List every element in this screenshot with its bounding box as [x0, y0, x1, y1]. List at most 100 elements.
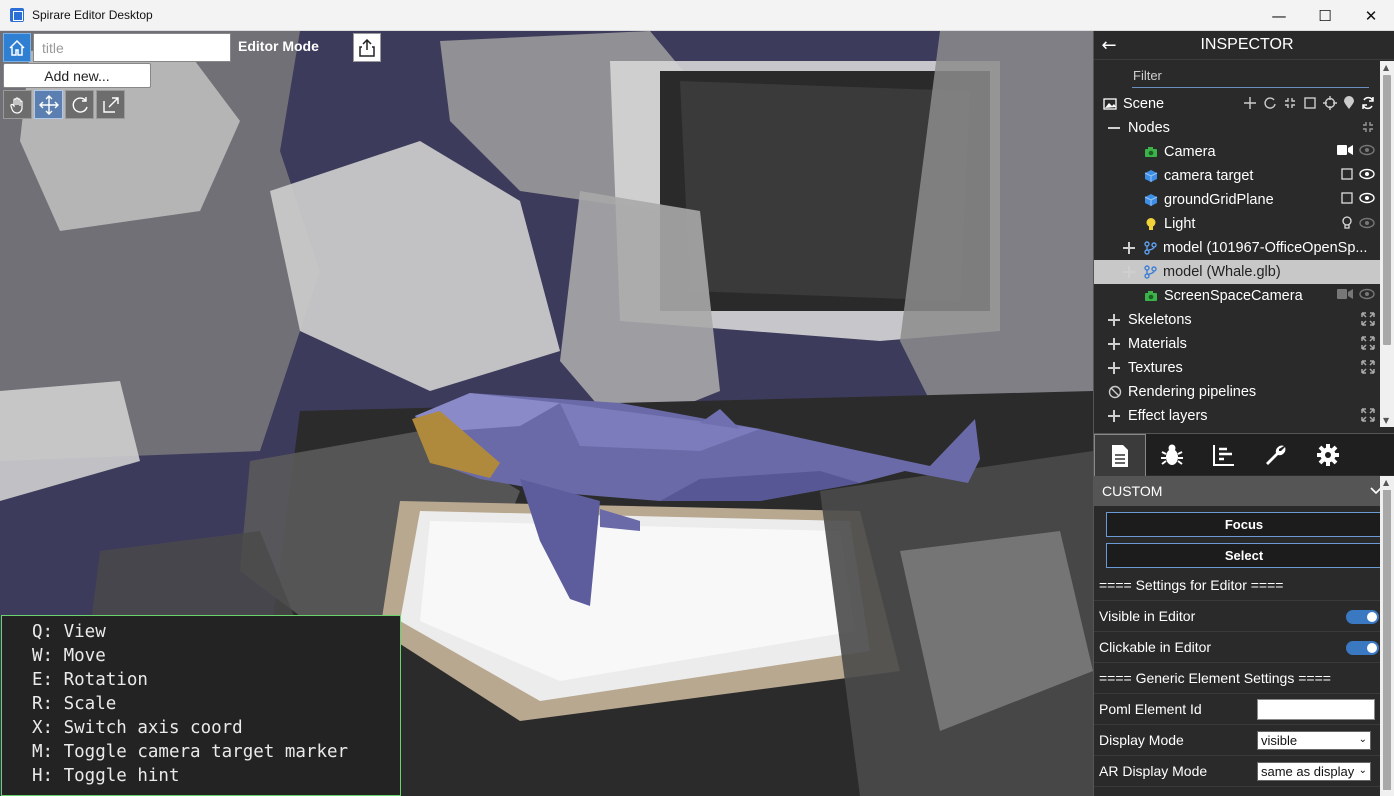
window-title: Spirare Editor Desktop [32, 8, 153, 22]
tree-row-materials[interactable]: Materials [1094, 332, 1381, 356]
section-label: ==== Generic Element Settings ==== [1099, 670, 1331, 686]
view-tool-button[interactable] [3, 90, 32, 119]
tree-row-light[interactable]: Light [1094, 212, 1381, 236]
ban-icon [1108, 385, 1122, 399]
filter-input[interactable]: Filter [1132, 68, 1369, 88]
tab-tools[interactable] [1250, 434, 1302, 476]
visible-in-editor-row: Visible in Editor [1094, 601, 1394, 632]
properties-scrollbar[interactable]: ▲ [1380, 476, 1394, 796]
close-button[interactable]: ✕ [1348, 0, 1394, 31]
rotate-icon[interactable] [1263, 96, 1277, 110]
hint-line: Q: View [32, 622, 106, 642]
tree-row-rendering-pipelines[interactable]: Rendering pipelines [1094, 380, 1381, 404]
tree-row-model-office[interactable]: model (101967-OfficeOpenSp... [1094, 236, 1381, 260]
hint-line: M: Toggle camera target marker [32, 742, 349, 762]
expand-icon[interactable] [1108, 409, 1122, 423]
scroll-up-icon[interactable]: ▲ [1383, 63, 1389, 72]
ar-display-mode-select[interactable]: same as display ⌄ [1257, 762, 1371, 781]
back-arrow-icon[interactable]: ← [1094, 35, 1124, 56]
eye-icon[interactable] [1359, 217, 1375, 229]
location-pin-icon[interactable] [1343, 96, 1355, 110]
tree-row-camera-target[interactable]: camera target [1094, 164, 1381, 188]
hint-line: X: Switch axis coord [32, 718, 243, 738]
scroll-thumb[interactable] [1383, 490, 1391, 790]
expand-icon[interactable] [1108, 361, 1122, 375]
tree-row-camera[interactable]: Camera [1094, 140, 1381, 164]
eye-icon[interactable] [1359, 144, 1375, 156]
tree-scrollbar[interactable]: ▲ ▼ [1380, 61, 1394, 427]
select-button[interactable]: Select [1106, 543, 1382, 568]
clickable-in-editor-toggle[interactable] [1346, 641, 1379, 655]
tree-row-model-whale[interactable]: model (Whale.glb) [1094, 260, 1381, 284]
generic-settings-header: ==== Generic Element Settings ==== [1094, 663, 1394, 694]
bounding-box-icon[interactable] [1303, 96, 1317, 110]
camera-icon [1145, 291, 1157, 301]
eye-icon[interactable] [1359, 192, 1375, 204]
display-mode-row: Display Mode visible ⌄ [1094, 725, 1394, 756]
scale-tool-button[interactable] [96, 90, 125, 119]
tab-statistics[interactable] [1198, 434, 1250, 476]
crosshair-icon[interactable] [1323, 96, 1337, 110]
expand-arrows-icon[interactable] [1361, 408, 1375, 422]
tab-properties[interactable] [1094, 434, 1146, 476]
tree-label: Rendering pipelines [1128, 384, 1257, 400]
tree-row-textures[interactable]: Textures [1094, 356, 1381, 380]
tab-settings[interactable] [1302, 434, 1354, 476]
compress-icon[interactable] [1283, 96, 1297, 110]
select-value: visible [1261, 733, 1298, 748]
tree-label: Textures [1128, 360, 1183, 376]
rotate-tool-button[interactable] [65, 90, 94, 119]
video-camera-icon[interactable] [1337, 144, 1353, 156]
tree-label: Skeletons [1128, 312, 1192, 328]
refresh-icon[interactable] [1361, 96, 1375, 110]
maximize-button[interactable]: ☐ [1302, 0, 1348, 31]
expand-arrows-icon[interactable] [1361, 336, 1375, 350]
lightbulb-outline-icon[interactable] [1341, 216, 1353, 230]
compress-icon[interactable] [1361, 120, 1375, 134]
display-mode-select[interactable]: visible ⌄ [1257, 731, 1371, 750]
keyboard-hint-panel: Q: View W: Move E: Rotation R: Scale X: … [1, 615, 401, 796]
home-button[interactable] [3, 33, 31, 62]
scene-viewport[interactable]: Editor Mode Add new... Q: [0, 31, 1093, 796]
checkbox-icon[interactable] [1341, 168, 1353, 180]
minimize-button[interactable]: — [1256, 0, 1302, 31]
chart-bar-icon [1213, 445, 1234, 466]
scroll-thumb[interactable] [1383, 75, 1391, 345]
clickable-in-editor-row: Clickable in Editor [1094, 632, 1394, 663]
tree-row-ground-grid-plane[interactable]: groundGridPlane [1094, 188, 1381, 212]
visible-in-editor-toggle[interactable] [1346, 610, 1379, 624]
custom-section-header[interactable]: CUSTOM [1094, 476, 1394, 506]
scroll-down-icon[interactable]: ▼ [1383, 416, 1389, 425]
tree-label: ScreenSpaceCamera [1164, 288, 1303, 304]
expand-arrows-icon[interactable] [1361, 360, 1375, 374]
move-icon[interactable] [1243, 96, 1257, 110]
checkbox-icon[interactable] [1341, 192, 1353, 204]
poml-element-id-input[interactable] [1257, 699, 1375, 720]
eye-icon[interactable] [1359, 168, 1375, 180]
expand-icon[interactable] [1123, 241, 1137, 255]
focus-button[interactable]: Focus [1106, 512, 1382, 537]
tree-row-effect-layers[interactable]: Effect layers [1094, 404, 1381, 428]
eye-icon[interactable] [1359, 288, 1375, 300]
expand-icon[interactable] [1108, 337, 1122, 351]
expand-icon[interactable] [1123, 265, 1137, 279]
expand-arrows-icon[interactable] [1361, 312, 1375, 326]
move-tool-button[interactable] [34, 90, 63, 119]
tab-debug[interactable] [1146, 434, 1198, 476]
tree-row-screen-space-camera[interactable]: ScreenSpaceCamera [1094, 284, 1381, 308]
share-button[interactable] [353, 33, 381, 62]
add-new-button[interactable]: Add new... [3, 63, 151, 88]
expand-icon[interactable] [1108, 313, 1122, 327]
scroll-up-icon[interactable]: ▲ [1383, 478, 1389, 487]
video-camera-icon[interactable] [1337, 288, 1353, 300]
ar-display-mode-row: AR Display Mode same as display ⌄ [1094, 756, 1394, 787]
tree-row-skeletons[interactable]: Skeletons [1094, 308, 1381, 332]
tree-label: Light [1164, 216, 1196, 232]
collapse-icon[interactable] [1108, 121, 1122, 135]
image-icon [1103, 98, 1117, 110]
lightbulb-icon [1146, 218, 1156, 230]
title-input[interactable] [33, 33, 231, 62]
tree-row-nodes[interactable]: Nodes [1094, 116, 1381, 140]
tree-row-scene[interactable]: Scene [1094, 92, 1381, 116]
model-icon [1144, 241, 1157, 255]
